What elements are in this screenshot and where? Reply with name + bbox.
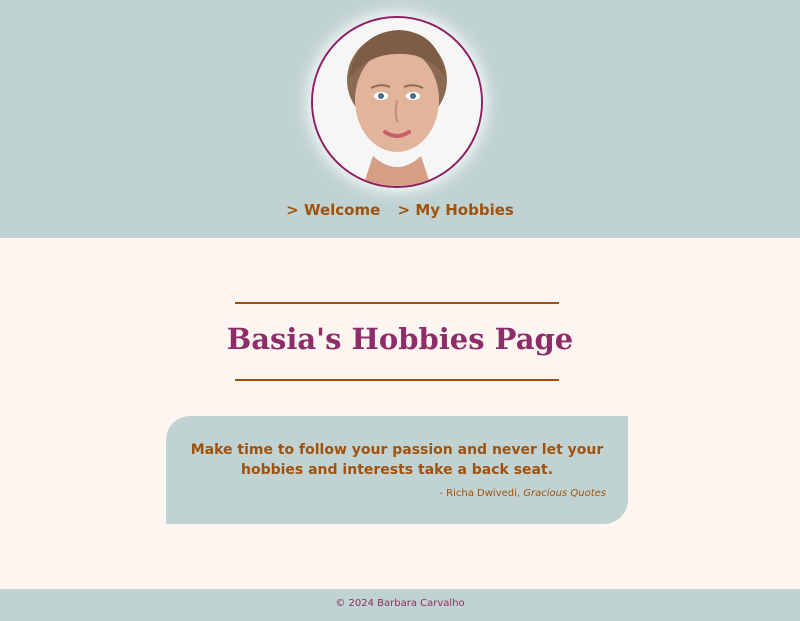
nav-my-hobbies-link[interactable]: > My Hobbies bbox=[398, 201, 514, 219]
portrait-image bbox=[313, 18, 481, 186]
title-bottom-rule bbox=[235, 379, 559, 381]
quote-author: - Richa Dwivedi, bbox=[439, 488, 521, 499]
quote-text: Make time to follow your passion and nev… bbox=[190, 442, 604, 478]
title-top-rule bbox=[235, 302, 559, 304]
page-header: > Welcome > My Hobbies bbox=[0, 0, 800, 238]
nav-welcome-link[interactable]: > Welcome bbox=[286, 201, 380, 219]
page-title: Basia's Hobbies Page bbox=[226, 322, 574, 356]
profile-photo bbox=[311, 16, 483, 188]
main-nav: > Welcome > My Hobbies bbox=[0, 201, 800, 219]
page-footer: © 2024 Barbara Carvalho bbox=[0, 589, 800, 621]
copyright-text: © 2024 Barbara Carvalho bbox=[335, 598, 465, 609]
quote-source: Gracious Quotes bbox=[523, 488, 606, 499]
quote-citation: - Richa Dwivedi, Gracious Quotes bbox=[439, 488, 606, 499]
quote-card: Make time to follow your passion and nev… bbox=[166, 416, 628, 524]
